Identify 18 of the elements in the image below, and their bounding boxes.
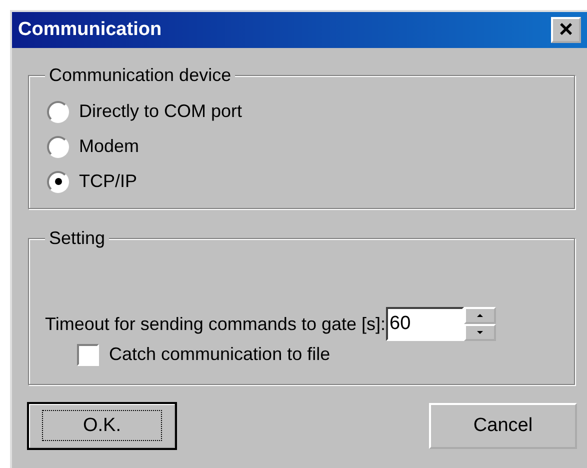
dialog-button[interactable]: Cancel [429, 403, 577, 449]
radio-label: Modem [79, 135, 140, 158]
radio-button[interactable] [47, 100, 69, 122]
checkbox-label: Catch communication to file [109, 343, 330, 366]
down-arrow-icon [476, 331, 482, 334]
dialog-button[interactable]: O.K. [28, 403, 176, 449]
radio-button[interactable] [47, 136, 69, 158]
spin-up-button[interactable] [464, 307, 496, 324]
timeout-field[interactable]: 60 [386, 307, 464, 341]
spin-down-button[interactable] [464, 324, 496, 341]
radio-button[interactable] [47, 170, 69, 192]
radio-label: TCP/IP [79, 170, 138, 193]
radio-label: Directly to COM port [79, 100, 242, 123]
close-button[interactable]: × [551, 17, 581, 43]
up-arrow-icon [476, 314, 482, 317]
timeout-label: Timeout for sending commands to gate [s]: [45, 312, 386, 336]
window-title: Communication [18, 18, 162, 42]
checkbox[interactable] [77, 344, 99, 366]
